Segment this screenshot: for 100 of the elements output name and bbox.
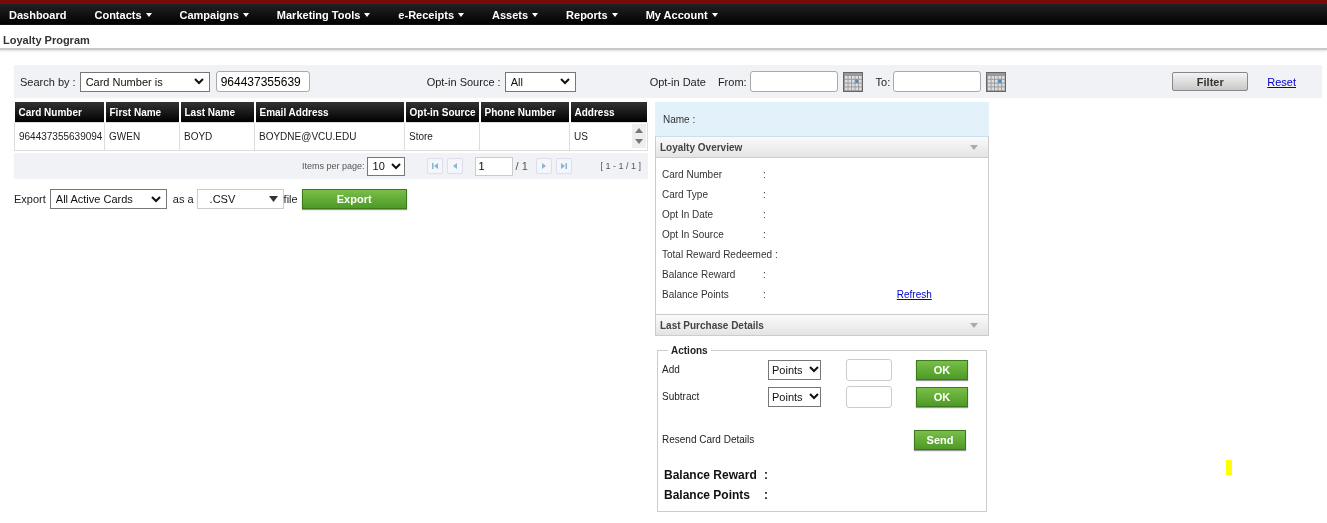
first-page-arrow-icon [430, 162, 439, 170]
table-cell: BOYD [184, 131, 213, 142]
next-page-arrow-icon [539, 162, 548, 170]
search-by-dropdown[interactable]: Card Number is [79, 71, 210, 92]
action-label: Resend Card Details [662, 434, 756, 445]
opt-in-date-label: Opt-in Date [649, 75, 706, 88]
from-label: From: [717, 75, 747, 88]
balance-label: Balance Reward [664, 468, 758, 482]
nav-menu-item[interactable]: My Account [636, 4, 732, 25]
nav-menu-item[interactable]: Marketing Tools [267, 4, 385, 25]
field-label: Card Type [662, 188, 709, 200]
column-header[interactable]: Last Name [179, 102, 255, 123]
search-field[interactable]: 964437355639 [215, 71, 310, 92]
field-separator: : [763, 228, 766, 240]
nav-menu-item[interactable]: Dashboard [0, 4, 81, 25]
calendar-icon[interactable] [986, 71, 1007, 92]
field-label: Balance Points [662, 288, 730, 300]
next-page-button[interactable] [535, 158, 552, 174]
column-header[interactable]: First Name [104, 102, 180, 123]
column-header[interactable]: Phone Number [479, 102, 570, 123]
nav-menu-item[interactable]: Contacts [85, 4, 166, 25]
page-title: Loyalty Program [2, 33, 91, 46]
items-per-page-label: Items per page: [302, 161, 365, 171]
chevron-down-icon [808, 366, 819, 373]
column-header[interactable]: Card Number [14, 102, 105, 123]
to-date-field[interactable] [893, 71, 982, 92]
field-label: Card Number [662, 168, 724, 180]
search-by-label: Search by : [20, 75, 76, 88]
section-title[interactable]: Loyalty Overview [660, 141, 743, 153]
caret-down-icon [611, 12, 618, 17]
last-page-button[interactable] [555, 158, 572, 174]
collapse-arrow-icon[interactable] [970, 322, 978, 328]
chevron-down-icon [808, 393, 819, 400]
table-cell: US [574, 131, 588, 142]
field-separator: : [763, 288, 766, 300]
field-separator: : [775, 248, 778, 260]
opt-in-source-label: Opt-in Source : [426, 75, 501, 88]
caret-down-icon [242, 12, 249, 17]
field-separator: : [763, 188, 766, 200]
balance-label: Balance Points [664, 488, 752, 502]
chevron-down-icon [150, 195, 161, 203]
table-cell: BOYDNE@VCU.EDU [259, 131, 357, 142]
refresh-link[interactable]: Refresh [896, 288, 932, 300]
last-page-arrow-icon [559, 162, 568, 170]
nav-menu-item[interactable]: Reports [557, 4, 632, 25]
chevron-down-icon [390, 162, 401, 170]
filter-button[interactable]: Filter [1172, 72, 1249, 91]
reset-link[interactable]: Reset [1267, 75, 1297, 88]
table-cell: Store [409, 131, 433, 142]
items-per-page-dropdown[interactable]: 10 [366, 156, 405, 176]
action-label: Add [662, 364, 681, 375]
previous-page-button[interactable] [446, 158, 463, 174]
format-dropdown[interactable]: .CSV [196, 189, 284, 209]
caret-down-icon [145, 12, 152, 17]
page-number-field[interactable]: 1 [474, 156, 513, 176]
table-cell: GWEN [109, 131, 141, 142]
nav-menu-item[interactable]: Assets [483, 4, 553, 25]
caret-down-icon [364, 12, 371, 17]
actions-legend: Actions [668, 345, 711, 356]
caret-down-icon [711, 12, 718, 17]
chevron-down-icon [559, 78, 570, 85]
unit-dropdown[interactable]: Points [768, 386, 821, 407]
calendar-icon[interactable] [842, 71, 863, 92]
chevron-down-icon [193, 78, 204, 85]
field-label: Opt In Date [662, 208, 715, 220]
section-title[interactable]: Last Purchase Details [660, 319, 764, 331]
export-scope-dropdown[interactable]: All Active Cards [49, 189, 167, 209]
field-label: Total Reward Redeemed [662, 248, 773, 260]
amount-field[interactable] [846, 358, 892, 381]
caret-down-icon [458, 12, 464, 17]
column-header[interactable]: Address [569, 102, 648, 123]
column-header[interactable]: Email Address [254, 102, 405, 123]
field-separator: : [763, 268, 766, 280]
nav-menu-item[interactable]: e-Receipts [389, 4, 478, 25]
collapse-arrow-icon[interactable] [970, 144, 978, 150]
action-label: Subtract [662, 391, 701, 402]
page-total: / 1 [515, 160, 528, 172]
opt-in-source-dropdown[interactable]: All [504, 71, 576, 92]
field-separator: : [763, 208, 766, 220]
page-range: [ 1 - 1 / 1 ] [600, 161, 641, 171]
to-label: To: [875, 75, 891, 88]
caret-down-icon [532, 12, 539, 17]
from-date-field[interactable] [749, 71, 838, 92]
table-cell: 964437355639094 [19, 131, 103, 142]
column-header[interactable]: Opt-in Source [404, 102, 480, 123]
as-label: as a [172, 193, 194, 205]
first-page-button[interactable] [426, 158, 443, 174]
caret-down-icon [268, 196, 278, 202]
scroll-arrows-icon[interactable] [632, 124, 646, 148]
amount-field[interactable] [846, 385, 892, 408]
field-label: Balance Reward [662, 268, 737, 280]
balance-separator: : [764, 468, 768, 482]
field-label: Opt In Source [662, 228, 725, 240]
export-label: Export [14, 193, 46, 205]
field-separator: : [763, 168, 766, 180]
highlight-mark [1226, 460, 1232, 475]
file-label: file [283, 193, 298, 205]
name-label: Name : [663, 113, 696, 125]
nav-menu-item[interactable]: Campaigns [170, 4, 263, 25]
unit-dropdown[interactable]: Points [768, 359, 821, 380]
